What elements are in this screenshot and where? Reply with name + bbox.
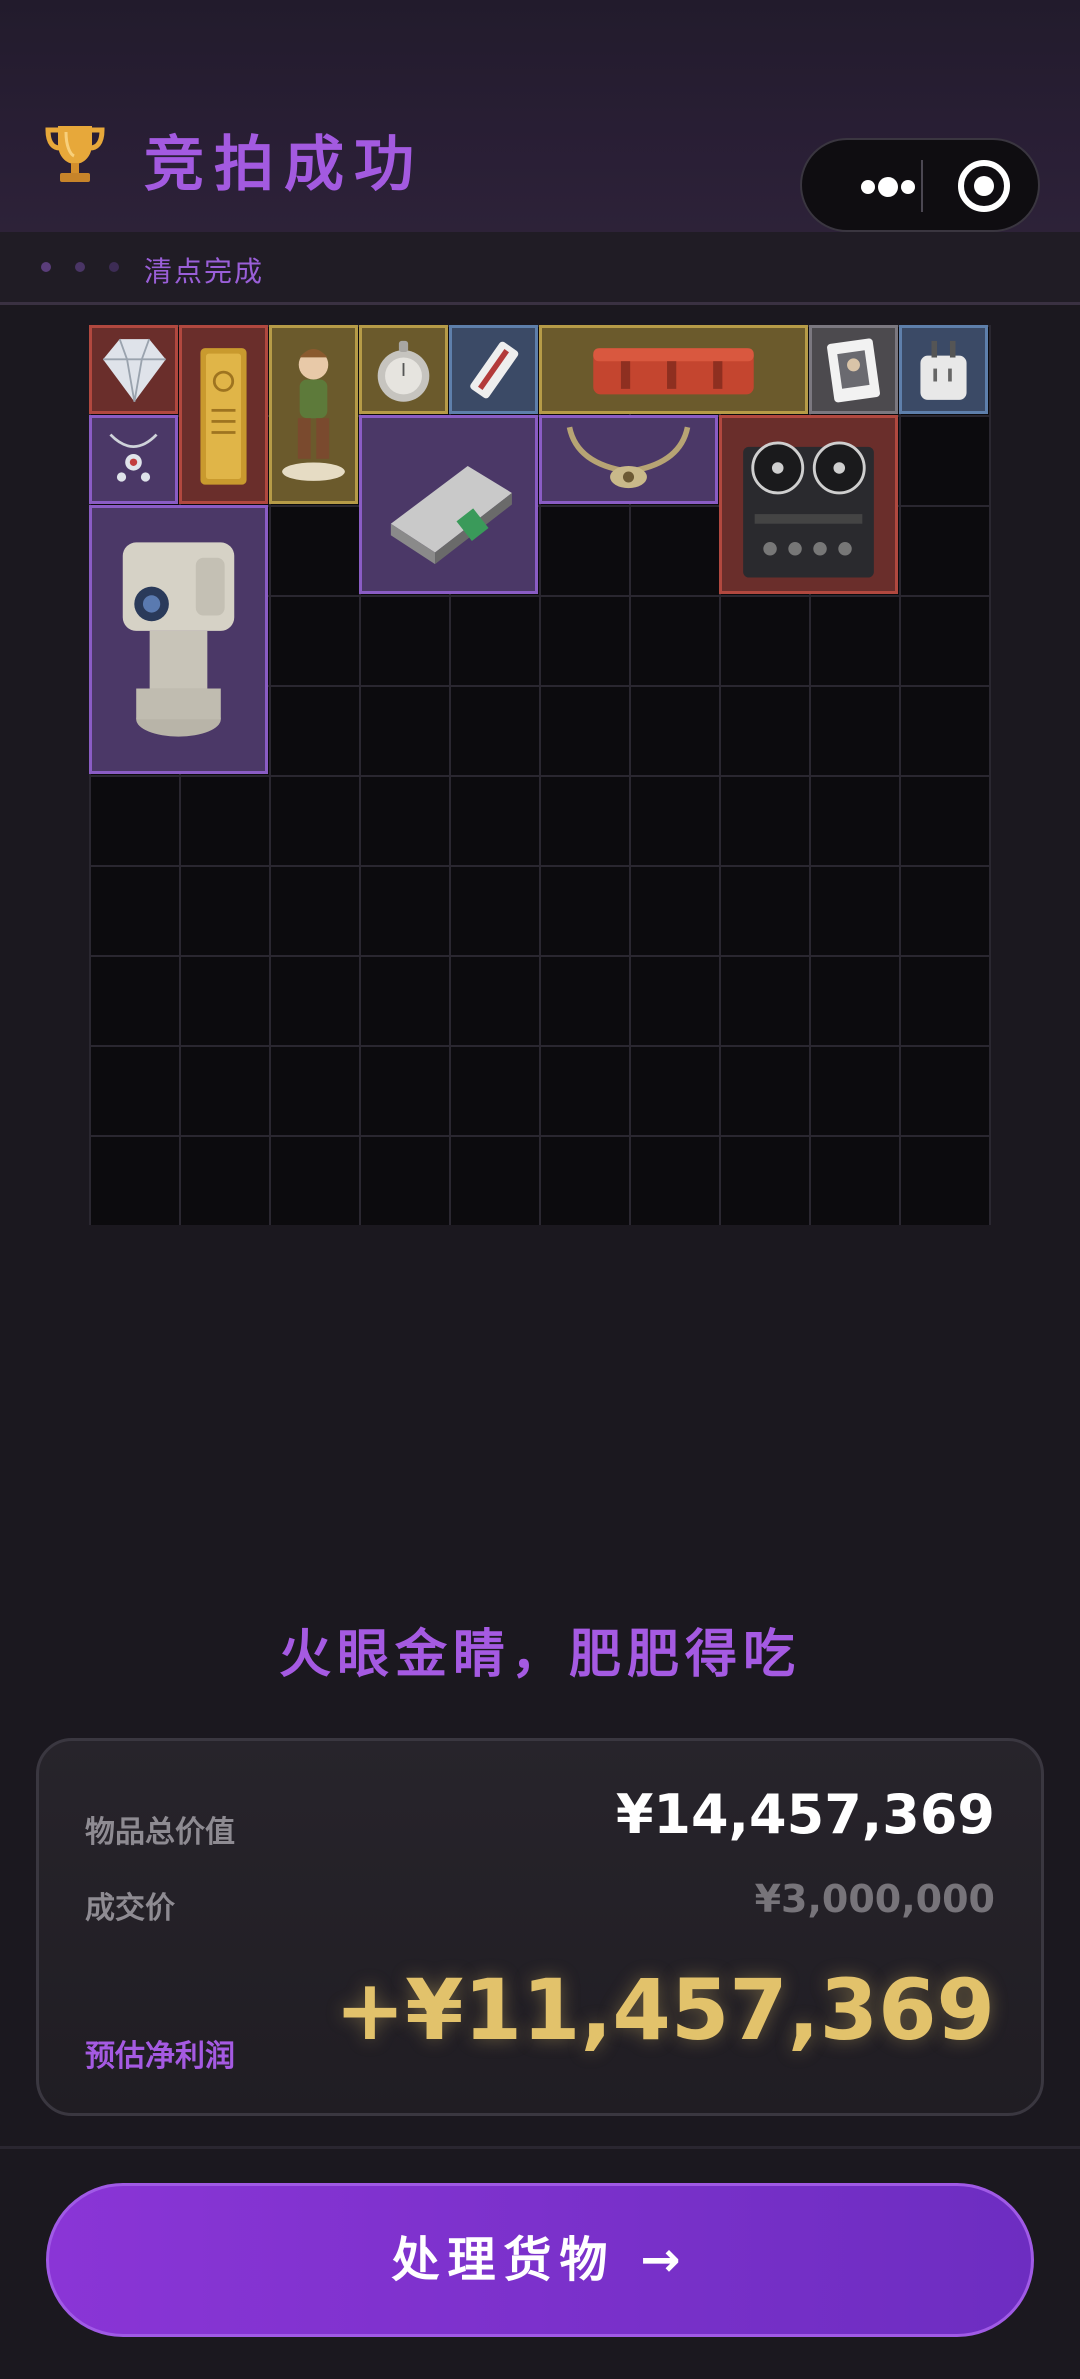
item-router[interactable] bbox=[359, 415, 538, 594]
item-red-case[interactable] bbox=[539, 325, 808, 414]
power-adapter-icon bbox=[920, 340, 967, 400]
item-card-key[interactable] bbox=[449, 325, 538, 414]
camera-turret-icon bbox=[122, 542, 235, 737]
reel-recorder-icon bbox=[743, 441, 874, 578]
keycard-icon bbox=[470, 341, 519, 399]
deal-price-label: 成交价 bbox=[85, 1891, 175, 1926]
playing-card-icon bbox=[827, 338, 880, 403]
trophy-icon bbox=[45, 126, 105, 182]
item-horn-necklace[interactable] bbox=[539, 415, 718, 504]
mini-program-capsule bbox=[800, 138, 1040, 232]
pocket-watch-icon bbox=[377, 340, 430, 402]
item-pocket-watch[interactable] bbox=[359, 325, 448, 414]
target-close-icon[interactable] bbox=[934, 140, 1034, 230]
page-title: 竞拍成功 bbox=[144, 130, 424, 200]
profit-label: 预估净利润 bbox=[85, 2039, 235, 2074]
item-playing-card[interactable] bbox=[809, 325, 898, 414]
gold-bar-icon bbox=[200, 348, 247, 485]
item-reel-recorder[interactable] bbox=[719, 415, 898, 594]
total-value: ¥14,457,369 bbox=[615, 1783, 995, 1846]
total-value-label: 物品总价值 bbox=[85, 1815, 235, 1850]
capsule-divider bbox=[921, 160, 923, 212]
deal-price: ¥3,000,000 bbox=[754, 1877, 995, 1921]
item-camera-turret[interactable] bbox=[89, 505, 268, 774]
item-diamond[interactable] bbox=[89, 325, 178, 414]
sub-header: 清点完成 bbox=[0, 232, 1080, 305]
router-icon bbox=[390, 466, 512, 565]
inventory-grid bbox=[89, 325, 991, 1225]
horn-necklace-icon bbox=[566, 426, 691, 489]
pendant-icon bbox=[109, 433, 158, 482]
diamond-icon bbox=[103, 338, 166, 402]
item-figurine[interactable] bbox=[269, 325, 358, 504]
header-bar: 竞拍成功 bbox=[0, 0, 1080, 235]
item-jewel-pendant[interactable] bbox=[89, 415, 178, 504]
red-case-icon bbox=[593, 348, 754, 395]
summary-panel: 物品总价值 ¥14,457,369 成交价 ¥3,000,000 预估净利润 +… bbox=[36, 1738, 1044, 2116]
process-goods-button[interactable]: 处理货物 → bbox=[46, 2183, 1034, 2337]
item-gold-bar[interactable] bbox=[179, 325, 268, 504]
profit-value: +¥11,457,369 bbox=[334, 1961, 995, 2059]
item-power-adapter[interactable] bbox=[899, 325, 988, 414]
slogan-text: 火眼金睛，肥肥得吃 bbox=[278, 1625, 801, 1685]
status-label: 清点完成 bbox=[144, 255, 265, 288]
progress-dots-icon bbox=[41, 262, 119, 272]
figurine-icon bbox=[282, 349, 345, 481]
bottom-bar: 处理货物 → bbox=[0, 2146, 1080, 2379]
